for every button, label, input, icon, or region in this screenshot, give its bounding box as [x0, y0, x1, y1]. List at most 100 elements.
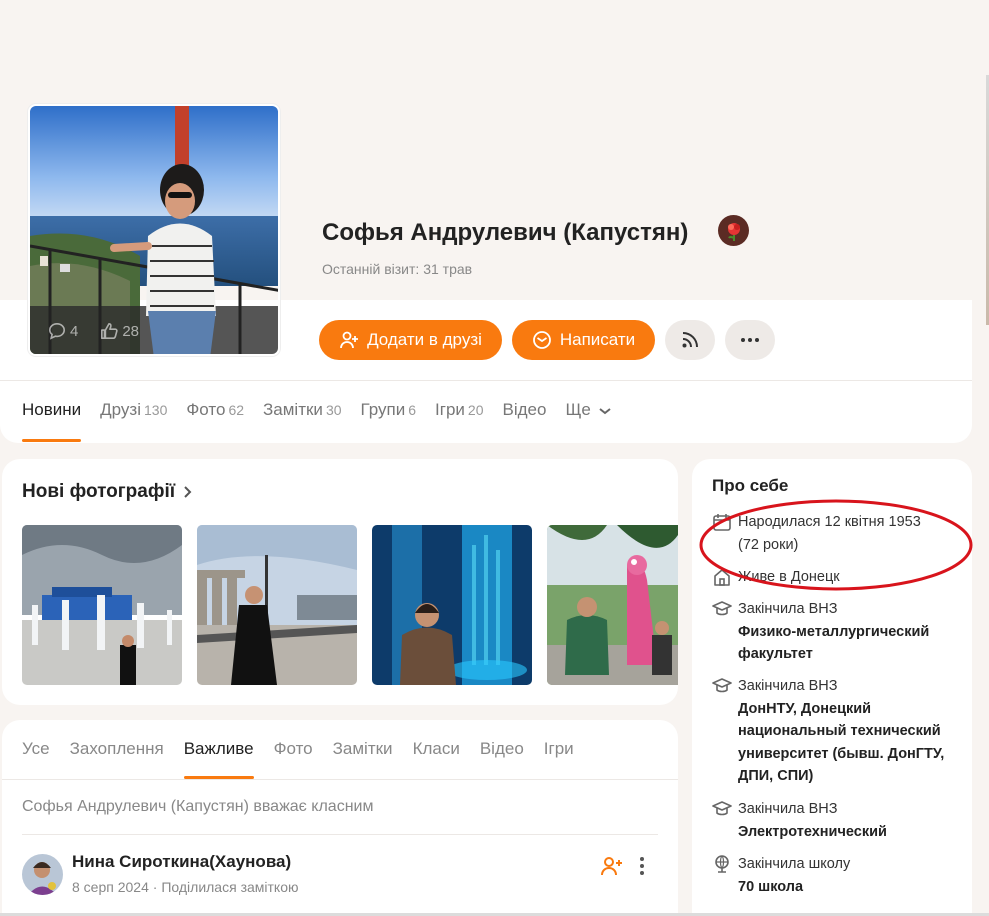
photo-thumbnail[interactable] — [22, 525, 182, 685]
new-photos-title[interactable]: Нові фотографії — [22, 481, 193, 503]
home-icon — [714, 569, 730, 586]
write-message-button[interactable]: Написати — [512, 320, 655, 360]
feed-tab-video[interactable]: Відео — [480, 739, 524, 779]
chevron-down-icon — [598, 407, 611, 414]
avatar-stats: 4 28 — [48, 322, 139, 340]
about-card: Про себе Народилася 12 квітня 1953 (72 ро… — [692, 459, 972, 916]
tab-games-count: 20 — [467, 402, 484, 418]
profile-divider — [0, 380, 972, 381]
feed-card: Усе Захоплення Важливе Фото Замітки Клас… — [2, 720, 678, 916]
post-date[interactable]: 8 серп 2024 — [72, 879, 149, 895]
tab-photos-count: 62 — [228, 402, 245, 418]
profile-name: Софья Андрулевич (Капустян) — [322, 219, 689, 246]
about-education-label: Закінчила ВНЗ — [738, 678, 838, 694]
feed-tab-all[interactable]: Усе — [22, 739, 50, 779]
post-add-friend-button[interactable] — [600, 854, 624, 878]
about-education: Закінчила ВНЗ Электротехнический — [712, 798, 962, 843]
more-dots-icon — [741, 338, 759, 342]
feed-tab-important[interactable]: Важливе — [183, 739, 254, 779]
graduation-cap-icon — [712, 801, 732, 816]
add-friend-label: Додати в друзі — [367, 330, 482, 349]
flower-icon — [727, 222, 740, 241]
more-actions-button[interactable] — [725, 320, 775, 360]
post-meta-separator: · — [152, 879, 158, 895]
about-birth-date: Народилася 12 квітня 1953 — [738, 514, 921, 530]
tab-groups-count: 6 — [408, 402, 417, 418]
photo-aquarium-image — [372, 525, 532, 685]
write-message-label: Написати — [559, 330, 636, 349]
tab-video[interactable]: Відео — [502, 400, 546, 442]
last-visit: Останній візит: 31 трав — [322, 261, 473, 277]
graduation-cap-icon — [712, 601, 732, 616]
avatar-comments[interactable]: 4 — [48, 322, 78, 340]
about-education-name[interactable]: Электротехнический — [738, 821, 887, 844]
tab-games[interactable]: Ігри 20 — [435, 400, 483, 442]
about-education-name[interactable]: Физико-металлургический факультет — [738, 621, 962, 666]
about-school-name[interactable]: 70 школа — [738, 876, 850, 899]
photo-fountain-image — [22, 525, 182, 685]
post-author-avatar[interactable] — [22, 854, 63, 895]
about-school-label: Закінчила школу — [738, 856, 851, 872]
about-title: Про себе — [712, 476, 789, 495]
mail-icon — [532, 331, 551, 349]
feed-tab-hobbies[interactable]: Захоплення — [70, 739, 164, 779]
chevron-right-icon — [184, 486, 192, 498]
about-education: Закінчила ВНЗ ДонНТУ, Донецкий национальн… — [712, 675, 962, 788]
feed-divider — [2, 779, 678, 780]
post-author-avatar-image — [22, 854, 63, 895]
tab-more[interactable]: Ще — [565, 400, 611, 442]
post-author-name[interactable]: Нина Сироткина(Хаунова) — [72, 852, 291, 872]
profile-main-tabs: Новини Друзі 130 Фото 62 Замітки 30 Групи 6 … — [22, 400, 612, 442]
tab-friends-count: 130 — [144, 402, 168, 418]
feed-tab-games[interactable]: Ігри — [544, 739, 574, 779]
avatar-comments-count: 4 — [70, 322, 79, 340]
photo-thumbnail[interactable] — [372, 525, 532, 685]
tab-news[interactable]: Новини — [22, 400, 82, 442]
comment-icon — [48, 322, 65, 340]
feed-tab-notes[interactable]: Замітки — [333, 739, 393, 779]
photo-thumbnail[interactable] — [197, 525, 357, 685]
thumbs-up-icon — [101, 322, 119, 340]
about-birth: Народилася 12 квітня 1953 (72 роки) — [712, 511, 962, 556]
calendar-icon — [713, 514, 731, 531]
post-action: Поділилася заміткою — [161, 879, 299, 895]
about-location-text[interactable]: Живе в Донецк — [738, 566, 840, 589]
avatar[interactable]: 4 28 — [28, 104, 280, 356]
feed-divider — [22, 834, 658, 835]
about-education-label: Закінчила ВНЗ — [738, 601, 838, 617]
feed-tab-likes[interactable]: Класи — [413, 739, 460, 779]
avatar-photo — [30, 106, 278, 354]
about-age: (72 роки) — [738, 536, 799, 553]
add-friend-button[interactable]: Додати в друзі — [319, 320, 502, 360]
vertical-dots-icon — [640, 857, 644, 875]
rss-icon — [682, 332, 698, 348]
feed-tab-photo[interactable]: Фото — [274, 739, 313, 779]
tab-groups[interactable]: Групи 6 — [361, 400, 417, 442]
tab-notes[interactable]: Замітки 30 — [263, 400, 342, 442]
tab-notes-count: 30 — [325, 402, 342, 418]
graduation-cap-icon — [712, 678, 732, 693]
photo-embankment-image — [197, 525, 357, 685]
avatar-likes[interactable]: 28 — [100, 322, 139, 340]
about-education-name[interactable]: ДонНТУ, Донецкий национальный технически… — [738, 698, 962, 788]
add-user-icon — [601, 857, 622, 876]
photo-park-mascot-image — [547, 525, 678, 685]
tab-photos[interactable]: Фото 62 — [186, 400, 244, 442]
add-user-icon — [340, 331, 359, 349]
globe-icon — [715, 855, 729, 873]
avatar-likes-count: 28 — [122, 322, 140, 340]
photo-thumbnail[interactable] — [547, 525, 678, 685]
subscribe-button[interactable] — [665, 320, 715, 360]
about-education: Закінчила ВНЗ Физико-металлургический фак… — [712, 598, 962, 666]
feed-tabs: Усе Захоплення Важливе Фото Замітки Клас… — [22, 739, 574, 779]
feed-activity-note: Софья Андрулевич (Капустян) вважає класн… — [22, 798, 374, 815]
about-education-label: Закінчила ВНЗ — [738, 801, 838, 817]
about-school: Закінчила школу 70 школа — [712, 853, 962, 898]
gift-badge-icon[interactable] — [718, 215, 749, 246]
post-meta: 8 серп 2024 · Поділилася заміткою — [72, 879, 298, 895]
tab-friends[interactable]: Друзі 130 — [100, 400, 167, 442]
new-photos-title-text: Нові фотографії — [22, 481, 176, 502]
post-menu-button[interactable] — [634, 854, 650, 878]
about-location: Живе в Донецк — [712, 566, 962, 589]
new-photos-card: Нові фотографії — [2, 459, 678, 705]
